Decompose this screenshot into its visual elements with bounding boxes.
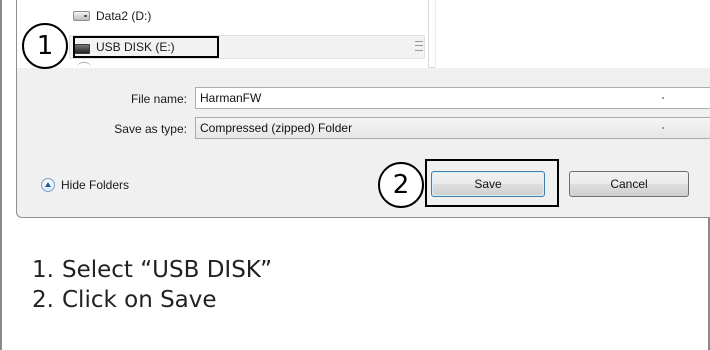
cancel-button[interactable]: Cancel — [569, 171, 689, 197]
instruction-frame: Data2 (D:) USB DISK (E:) File name: Harm… — [0, 0, 710, 350]
instruction-step: 1. Select “USB DISK” — [32, 255, 272, 285]
collapse-up-icon — [41, 178, 55, 192]
splitter-grip-icon[interactable] — [415, 41, 423, 51]
hide-folders-label: Hide Folders — [61, 178, 130, 192]
hide-folders-button[interactable]: Hide Folders — [41, 178, 129, 192]
step-number: 2. — [32, 287, 54, 313]
step-2-callout: 2 — [378, 162, 424, 208]
tree-item-label: Data2 (D:) — [96, 9, 152, 23]
input-scroll-mark — [662, 97, 664, 99]
save-type-label: Save as type: — [114, 122, 187, 136]
step-text: Click on Save — [62, 287, 217, 313]
hard-drive-icon — [73, 11, 90, 21]
save-type-dropdown[interactable]: Compressed (zipped) Folder — [195, 117, 710, 139]
usb-disk-highlight-box — [73, 36, 219, 58]
folder-pane: Data2 (D:) USB DISK (E:) — [17, 0, 710, 68]
file-name-value: HarmanFW — [200, 91, 262, 105]
file-name-input[interactable]: HarmanFW — [195, 87, 710, 109]
step-text: Select “USB DISK” — [62, 257, 273, 283]
folder-tree: Data2 (D:) USB DISK (E:) — [17, 0, 429, 68]
step-1-callout: 1 — [22, 23, 68, 69]
save-type-value: Compressed (zipped) Folder — [200, 121, 353, 135]
next-tree-item-partial — [77, 62, 91, 68]
step-number: 1. — [32, 257, 54, 283]
file-list-pane[interactable] — [435, 0, 710, 68]
instruction-steps: 1. Select “USB DISK” 2. Click on Save — [32, 255, 272, 315]
save-dialog-screenshot: Data2 (D:) USB DISK (E:) File name: Harm… — [16, 0, 710, 218]
instruction-step: 2. Click on Save — [32, 285, 272, 315]
tree-item-data2[interactable]: Data2 (D:) — [73, 6, 151, 26]
save-button-highlight-box — [425, 159, 559, 207]
dropdown-arrow-icon — [662, 127, 664, 129]
file-name-label: File name: — [130, 92, 187, 106]
